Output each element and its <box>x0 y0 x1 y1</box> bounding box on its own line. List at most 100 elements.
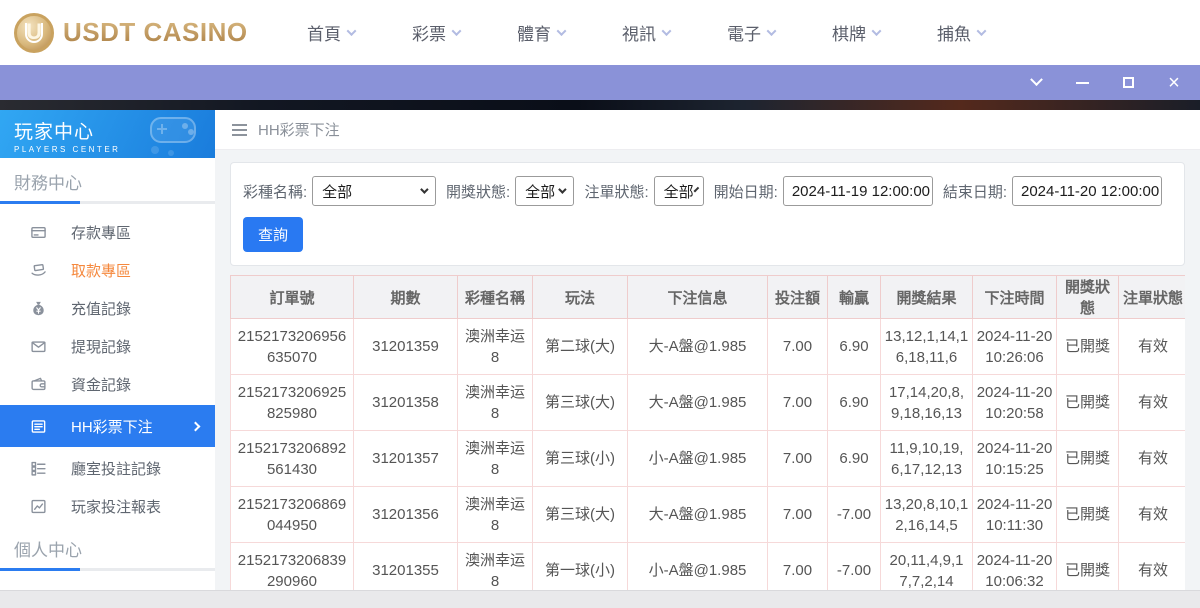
sidebar-item-0-7[interactable]: 玩家投注報表 <box>0 487 215 525</box>
nav-item-6[interactable]: 棋牌 <box>832 20 882 45</box>
page-title: HH彩票下注 <box>258 122 340 139</box>
section-divider <box>0 568 215 571</box>
bet-records-table: 訂單號 期數 彩種名稱 玩法 下注信息 投注額 輸贏 開獎結果 下注時間 開獎狀態 注單狀態 215… <box>230 275 1185 608</box>
table-cell: 7.00 <box>767 374 828 431</box>
filter-select-2[interactable]: 全部 <box>515 176 575 206</box>
sidebar-item-label: 提現記錄 <box>71 338 132 356</box>
select-value: 全部 <box>525 183 556 201</box>
table-cell: 31201358 <box>353 374 458 431</box>
date-label: 結束日期: <box>942 183 1007 201</box>
nav-item-2[interactable]: 彩票 <box>412 20 462 45</box>
filter-select-3[interactable]: 全部 <box>653 176 704 206</box>
recharge-record-icon <box>30 300 47 317</box>
table-cell: 7.00 <box>767 318 828 375</box>
table-cell: 31201357 <box>353 430 458 487</box>
select-value: 全部 <box>663 183 694 201</box>
table-cell: 13,12,1,14,16,18,11,6 <box>880 318 973 375</box>
table-cell: 2152173206869044950 <box>230 486 354 543</box>
date-input-1[interactable]: 2024-11-19 12:00:00 <box>782 176 933 206</box>
search-button[interactable]: 查詢 <box>243 217 304 252</box>
nav-item-1[interactable]: 首頁 <box>307 20 357 45</box>
column-header: 投注額 <box>767 275 828 319</box>
nav-item-label: 捕魚 <box>937 25 971 44</box>
sidebar-item-0-4[interactable]: 資金記錄 <box>0 365 215 403</box>
filter-label: 開獎狀態: <box>445 183 511 201</box>
nav-item-5[interactable]: 電子 <box>727 20 777 45</box>
table-cell: 有效 <box>1118 486 1185 543</box>
table-cell: 2152173206956635070 <box>230 318 354 375</box>
table-row[interactable]: 2152173206869044950 31201356 澳洲幸运8 第三球(大) 大-… <box>230 486 1185 543</box>
table-header-row: 訂單號 期數 彩種名稱 玩法 下注信息 投注額 輸贏 開獎結果 下注時間 開獎狀態 注單狀態 <box>230 275 1185 319</box>
table-cell: 7.00 <box>767 430 828 487</box>
filter-select-1[interactable]: 全部 <box>312 176 436 206</box>
filter-panel: 彩種名稱: 全部 開獎狀態: 全部 注單狀態: 全部 開始日期: 2024-11-19 12:… <box>230 162 1185 266</box>
table-cell: 2024-11-20 10:26:06 <box>972 318 1057 375</box>
column-header: 開獎結果 <box>880 275 973 319</box>
table-cell: 已開獎 <box>1056 374 1119 431</box>
table-cell: -7.00 <box>827 486 881 543</box>
table-cell: 2024-11-20 10:20:58 <box>972 374 1057 431</box>
chevron-down-icon <box>558 185 568 194</box>
table-cell: 已開獎 <box>1056 318 1119 375</box>
table-cell: 6.90 <box>827 374 881 431</box>
column-header: 玩法 <box>532 275 628 319</box>
top-nav: U USDT CASINO 首頁 彩票 體育 視訊 電子 棋牌 捕魚 <box>0 0 1200 65</box>
app-window: U USDT CASINO 首頁 彩票 體育 視訊 電子 棋牌 捕魚 × 玩家中心 PLAY… <box>0 0 1200 608</box>
nav-item-4[interactable]: 視訊 <box>622 20 672 45</box>
nav-item-3[interactable]: 體育 <box>517 20 567 45</box>
date-input-2[interactable]: 2024-11-20 12:00:00 <box>1012 176 1162 206</box>
collapse-icon[interactable] <box>1028 73 1044 91</box>
sidebar-header: 玩家中心 PLAYERS CENTER <box>0 110 215 158</box>
table-cell: 第三球(大) <box>532 374 628 431</box>
date-label: 開始日期: <box>713 183 778 201</box>
chevron-down-icon <box>556 26 567 37</box>
chevron-down-icon <box>693 186 699 193</box>
table-cell: 2152173206892561430 <box>230 430 354 487</box>
withdrawal-record-icon <box>30 338 47 355</box>
coin-letter: U <box>25 18 43 44</box>
main-content: HH彩票下注 彩種名稱: 全部 開獎狀態: 全部 注單狀態: 全部 開始日期: 2024-11… <box>215 110 1200 608</box>
select-value: 全部 <box>322 183 353 201</box>
sidebar-item-0-1[interactable]: 取款專區 <box>0 251 215 289</box>
chevron-right-icon <box>190 421 201 431</box>
sidebar-item-0-5[interactable]: HH彩票下注 <box>0 405 215 447</box>
maximize-icon[interactable] <box>1120 75 1136 91</box>
column-header: 輸贏 <box>827 275 881 319</box>
nav-item-label: 視訊 <box>622 25 656 44</box>
sidebar-section-title: 財務中心 <box>14 174 82 193</box>
hamburger-icon[interactable] <box>232 123 247 136</box>
column-header: 開獎狀態 <box>1056 275 1119 319</box>
nav-item-label: 棋牌 <box>832 25 866 44</box>
sidebar-item-0-3[interactable]: 提現記錄 <box>0 327 215 365</box>
sidebar-item-label: 存款專區 <box>71 224 132 242</box>
brand-logo[interactable]: U USDT CASINO <box>14 12 259 53</box>
table-cell: 2024-11-20 10:11:30 <box>972 486 1057 543</box>
table-cell: 大-A盤@1.985 <box>627 486 768 543</box>
sidebar: 玩家中心 PLAYERS CENTER 財務中心存款專區取款專區 充值記錄提現記錄… <box>0 110 215 608</box>
table-row[interactable]: 2152173206925825980 31201358 澳洲幸运8 第三球(大) 大-… <box>230 374 1185 431</box>
chevron-down-icon <box>976 26 987 37</box>
nav-item-7[interactable]: 捕魚 <box>937 20 987 45</box>
room-bet-record-icon <box>30 460 47 477</box>
sidebar-item-0-2[interactable]: 充值記錄 <box>0 289 215 327</box>
nav-item-label: 首頁 <box>307 25 341 44</box>
sidebar-item-0-6[interactable]: 廳室投註記錄 <box>0 449 215 487</box>
column-header: 注單狀態 <box>1118 275 1185 319</box>
minimize-icon[interactable] <box>1074 75 1090 91</box>
table-cell: 澳洲幸运8 <box>457 318 533 375</box>
sidebar-item-label: 資金記錄 <box>71 376 132 394</box>
horizontal-scrollbar[interactable] <box>0 590 1200 608</box>
player-bet-report-icon <box>30 498 47 515</box>
table-cell: 有效 <box>1118 430 1185 487</box>
close-icon[interactable]: × <box>1166 73 1182 93</box>
table-row[interactable]: 2152173206892561430 31201357 澳洲幸运8 第三球(小) 小-… <box>230 430 1185 487</box>
sidebar-item-label: HH彩票下注 <box>71 418 153 436</box>
nav-item-label: 彩票 <box>412 25 446 44</box>
brand-name: USDT CASINO <box>63 17 248 47</box>
sidebar-item-0-0[interactable]: 存款專區 <box>0 213 215 251</box>
table-row[interactable]: 2152173206956635070 31201359 澳洲幸运8 第二球(大) 大-… <box>230 318 1185 375</box>
nav-menu: 首頁 彩票 體育 視訊 電子 棋牌 捕魚 <box>307 20 987 45</box>
chevron-down-icon <box>451 26 462 37</box>
table-cell: 澳洲幸运8 <box>457 374 533 431</box>
table-cell: 大-A盤@1.985 <box>627 318 768 375</box>
